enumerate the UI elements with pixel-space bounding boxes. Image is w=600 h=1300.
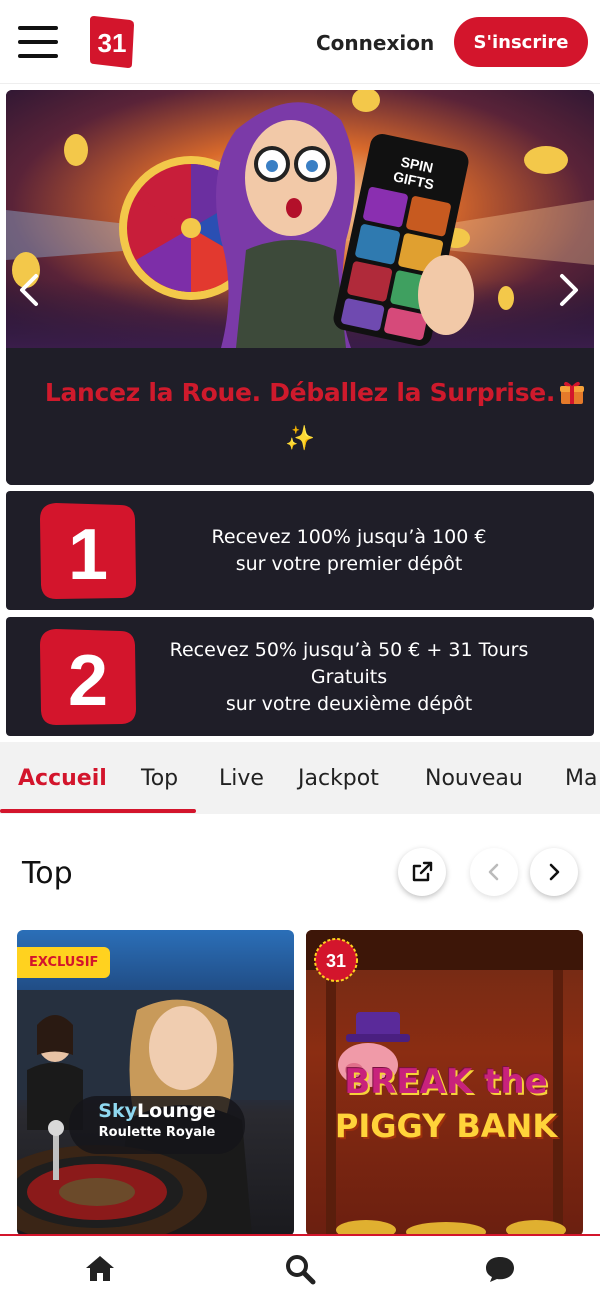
game-title: SkyLounge — [98, 1100, 216, 1122]
game-title-line-2: PIGGY BANK — [334, 1107, 558, 1145]
category-tabs: Accueil Top Live Jackpot Nouveau Ma — [0, 742, 600, 814]
active-tab-indicator — [0, 809, 196, 813]
promo-banner[interactable]: SPIN GIFTS Lancez la Roue. Déballez la S… — [6, 90, 594, 485]
section-title: Top — [22, 856, 73, 891]
svg-text:2: 2 — [68, 641, 108, 721]
home-icon[interactable] — [83, 1252, 117, 1286]
chevron-left-icon — [488, 863, 499, 881]
offer-line-1: Recevez 50% jusqu’à 50 € + 31 Tours Grat… — [169, 639, 529, 688]
open-section-button[interactable] — [398, 848, 446, 896]
sparkle-icon: ✨ — [285, 424, 315, 452]
brand-badge-icon: 31 — [314, 938, 358, 982]
login-button[interactable]: Connexion — [316, 26, 434, 60]
carousel-prev-button[interactable] — [470, 848, 518, 896]
game-tile-piggy-bank[interactable]: 31 BREAK the PIGGY BANK — [306, 930, 583, 1236]
banner-illustration: SPIN GIFTS — [6, 90, 594, 348]
offer-text: Recevez 100% jusqu’à 100 € sur votre pre… — [156, 491, 542, 610]
offer-number-badge: 1 — [40, 503, 136, 599]
svg-text:1: 1 — [68, 515, 108, 595]
banner-caption: Lancez la Roue. Déballez la Surprise. ✨ — [6, 348, 594, 485]
gift-icon — [560, 381, 584, 404]
banner-prev-arrow-icon[interactable] — [12, 272, 48, 308]
chat-icon[interactable] — [483, 1252, 517, 1286]
game-title-plate: SkyLounge Roulette Royale — [69, 1096, 245, 1154]
top-header: 31 Connexion S'inscrire — [0, 0, 600, 84]
carousel-next-button[interactable] — [530, 848, 578, 896]
banner-headline: Lancez la Roue. Déballez la Surprise. — [44, 378, 556, 407]
search-icon[interactable] — [283, 1252, 317, 1286]
banner-next-arrow-icon[interactable] — [550, 272, 586, 308]
offer-number-badge: 2 — [40, 629, 136, 725]
tab-live[interactable]: Live — [219, 766, 264, 791]
offer-text: Recevez 50% jusqu’à 50 € + 31 Tours Grat… — [156, 617, 542, 736]
offer-line-2: sur votre deuxième dépôt — [225, 693, 473, 715]
svg-text:31: 31 — [98, 28, 127, 58]
bottom-navigation — [0, 1234, 600, 1300]
brand-logo[interactable]: 31 — [88, 14, 136, 70]
tab-more[interactable]: Ma — [565, 766, 597, 791]
game-tile-skylounge[interactable]: EXCLUSIF SkyLounge Roulette Royale — [17, 930, 294, 1236]
game-subtitle: Roulette Royale — [98, 1125, 216, 1140]
tab-nouveau[interactable]: Nouveau — [425, 766, 523, 791]
menu-icon[interactable] — [18, 26, 58, 60]
signup-button[interactable]: S'inscrire — [454, 17, 588, 67]
offer-line-2: sur votre premier dépôt — [235, 552, 463, 575]
offer-card-1[interactable]: 1 Recevez 100% jusqu’à 100 € sur votre p… — [6, 491, 594, 610]
exclusive-badge: EXCLUSIF — [17, 947, 111, 978]
offer-card-2[interactable]: 2 Recevez 50% jusqu’à 50 € + 31 Tours Gr… — [6, 617, 594, 736]
chevron-right-icon — [549, 863, 560, 881]
offer-line-1: Recevez 100% jusqu’à 100 € — [211, 525, 487, 548]
svg-text:31: 31 — [326, 951, 346, 971]
tab-top[interactable]: Top — [141, 766, 178, 791]
external-link-icon — [412, 861, 433, 882]
tab-accueil[interactable]: Accueil — [18, 766, 107, 791]
tab-jackpot[interactable]: Jackpot — [298, 766, 379, 791]
game-title-line-1: BREAK the — [344, 1062, 548, 1102]
game-title: BREAK the PIGGY BANK — [316, 1060, 576, 1148]
